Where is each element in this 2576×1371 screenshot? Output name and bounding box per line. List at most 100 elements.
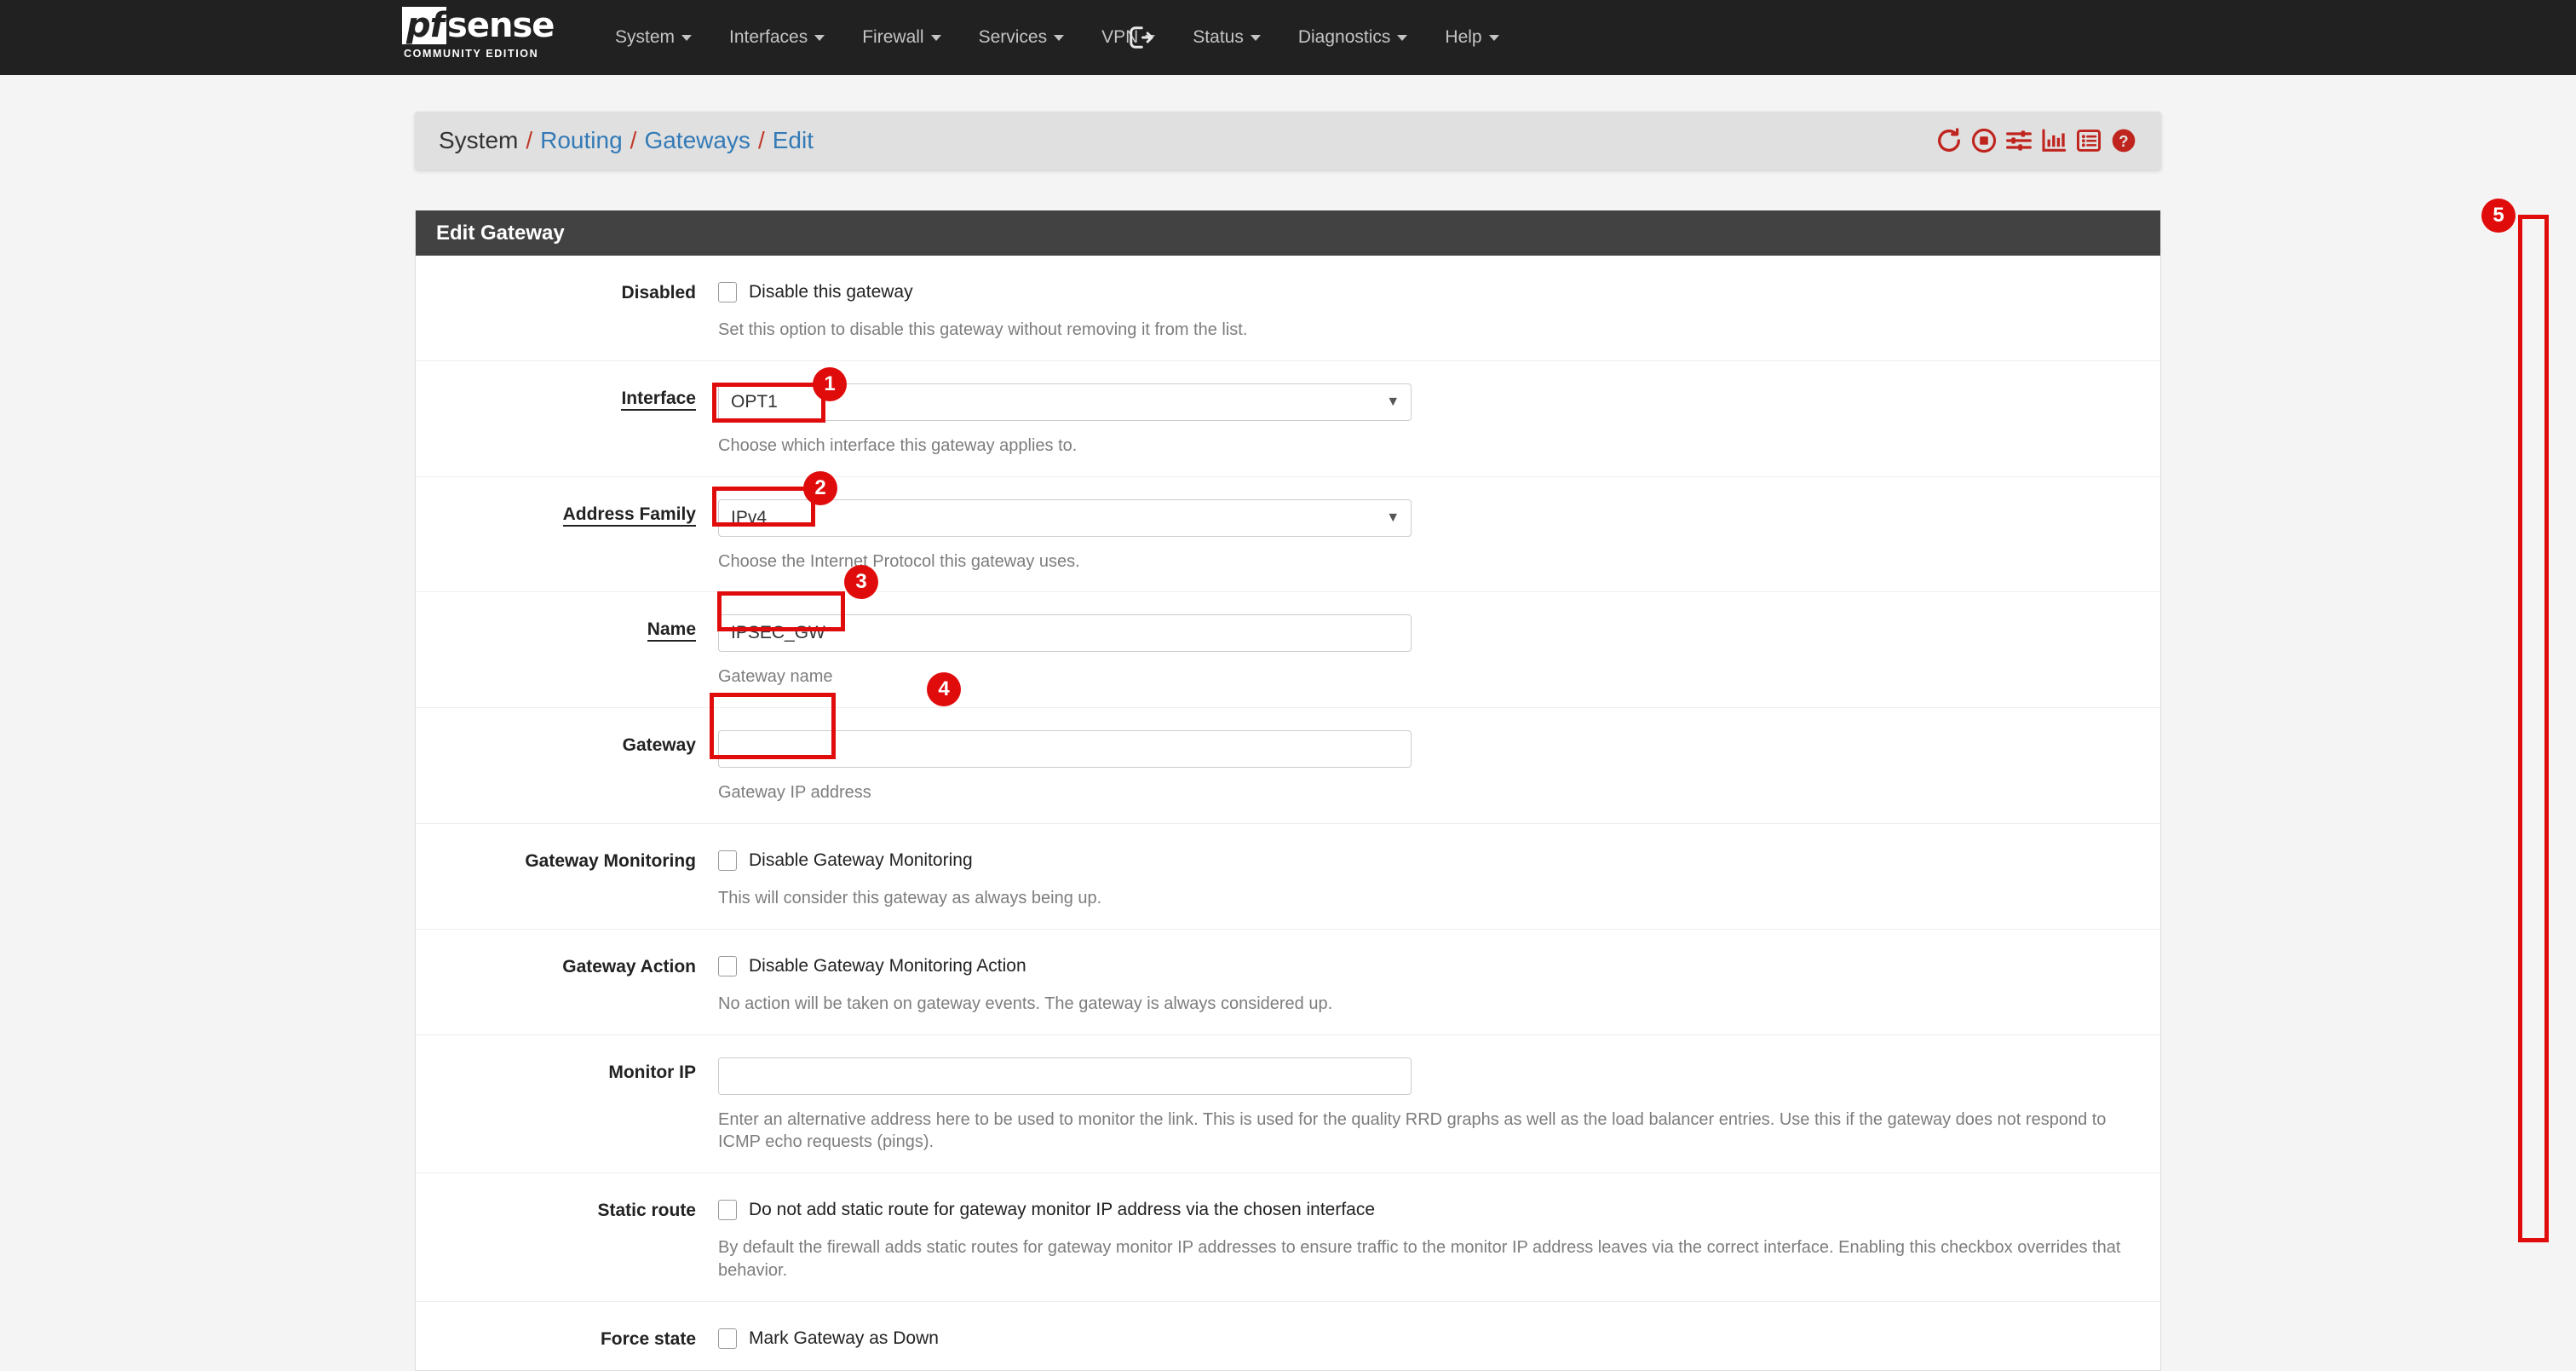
help-gateway: Gateway IP address bbox=[718, 783, 871, 803]
name-input[interactable]: IPSEC_GW bbox=[718, 614, 1412, 653]
disable-gateway-monitoring-action-checkbox-label: Disable Gateway Monitoring Action bbox=[749, 955, 1026, 976]
breadcrumb-separator: / bbox=[757, 127, 765, 153]
chart-icon[interactable] bbox=[2040, 127, 2067, 154]
breadcrumb-item-edit[interactable]: Edit bbox=[773, 127, 814, 154]
breadcrumb-item-routing[interactable]: Routing bbox=[540, 127, 623, 154]
top-navbar: pf sense COMMUNITY EDITION System Interfa… bbox=[0, 0, 2576, 75]
help-address-family: Choose the Internet Protocol this gatewa… bbox=[718, 551, 1080, 571]
disable-gateway-monitoring-action-checkbox[interactable] bbox=[718, 955, 737, 976]
breadcrumb-separator: / bbox=[630, 127, 637, 153]
form-row-gateway: Gateway Gateway IP address bbox=[416, 708, 2160, 824]
label-address-family: Address Family bbox=[416, 499, 718, 573]
static-route-checkbox[interactable] bbox=[718, 1200, 737, 1221]
brand-subtitle: COMMUNITY EDITION bbox=[404, 48, 539, 60]
help-static-route: By default the firewall adds static rout… bbox=[718, 1238, 2121, 1280]
help-monitor-ip: Enter an alternative address here to be … bbox=[718, 1109, 2107, 1152]
chevron-down-icon bbox=[1397, 34, 1408, 41]
nav-item-services[interactable]: Services bbox=[960, 0, 1084, 75]
annotation-box-5-scrollbar bbox=[2518, 215, 2549, 1242]
force-state-checkbox-label: Mark Gateway as Down bbox=[749, 1328, 939, 1348]
breadcrumb-separator: / bbox=[526, 127, 533, 153]
form-row-interface: Interface OPT1 ▾ Choose which interface … bbox=[416, 361, 2160, 477]
brand-wordmark: pf sense bbox=[402, 6, 555, 46]
name-input-value: IPSEC_GW bbox=[731, 623, 825, 643]
chevron-down-icon bbox=[814, 34, 825, 41]
breadcrumb-action-icons: ? bbox=[1935, 127, 2137, 154]
chevron-down-icon bbox=[1250, 34, 1261, 41]
help-gateway-action: No action will be taken on gateway event… bbox=[718, 994, 1333, 1013]
form-row-monitor-ip: Monitor IP Enter an alternative address … bbox=[416, 1035, 2160, 1174]
disable-gateway-checkbox-label: Disable this gateway bbox=[749, 282, 913, 302]
chevron-down-icon bbox=[681, 34, 693, 41]
breadcrumb: System / Routing / Gateways / Edit ? bbox=[415, 112, 2161, 170]
panel-body: Disabled Disable this gateway Set this o… bbox=[416, 256, 2160, 1370]
logout-icon bbox=[1130, 26, 1153, 49]
interface-select[interactable]: OPT1 ▾ bbox=[718, 383, 1412, 421]
nav-item-label: Diagnostics bbox=[1297, 27, 1391, 47]
restart-icon[interactable] bbox=[1935, 127, 1963, 154]
monitor-ip-input[interactable] bbox=[718, 1057, 1412, 1095]
stop-icon[interactable] bbox=[1970, 127, 1998, 154]
brand-sense-text: sense bbox=[447, 6, 555, 45]
brand-pf-text: pf bbox=[402, 7, 447, 44]
nav-item-label: Firewall bbox=[862, 27, 924, 47]
nav-item-label: Services bbox=[978, 27, 1048, 47]
label-gateway-action: Gateway Action bbox=[562, 956, 696, 976]
interface-select-value: OPT1 bbox=[731, 391, 778, 412]
label-gateway: Gateway bbox=[622, 735, 696, 756]
nav-item-interfaces[interactable]: Interfaces bbox=[710, 0, 843, 75]
form-row-gateway-action: Gateway Action Disable Gateway Monitorin… bbox=[416, 930, 2160, 1035]
list-icon[interactable] bbox=[2075, 127, 2102, 154]
label-force-state: Force state bbox=[600, 1328, 696, 1349]
navbar-menu: System Interfaces Firewall Services VPN … bbox=[596, 0, 1518, 75]
chevron-down-icon: ▾ bbox=[1389, 508, 1397, 527]
help-icon[interactable]: ? bbox=[2110, 127, 2137, 154]
address-family-select-value: IPv4 bbox=[731, 507, 768, 527]
form-row-gateway-monitoring: Gateway Monitoring Disable Gateway Monit… bbox=[416, 824, 2160, 930]
disable-gateway-monitoring-checkbox[interactable] bbox=[718, 850, 737, 871]
chevron-down-icon bbox=[1054, 34, 1065, 41]
svg-text:?: ? bbox=[2119, 132, 2128, 150]
pfsense-logo[interactable]: pf sense COMMUNITY EDITION bbox=[402, 7, 564, 70]
nav-item-status[interactable]: Status bbox=[1174, 0, 1279, 75]
nav-item-diagnostics[interactable]: Diagnostics bbox=[1279, 0, 1427, 75]
annotation-badge-5: 5 bbox=[2481, 199, 2516, 233]
label-static-route: Static route bbox=[597, 1201, 696, 1221]
chevron-down-icon bbox=[930, 34, 941, 41]
help-interface: Choose which interface this gateway appl… bbox=[718, 435, 1078, 455]
label-disabled: Disabled bbox=[621, 283, 696, 302]
nav-item-system[interactable]: System bbox=[596, 0, 710, 75]
static-route-checkbox-label: Do not add static route for gateway moni… bbox=[749, 1200, 1376, 1220]
label-monitor-ip: Monitor IP bbox=[608, 1062, 696, 1082]
gateway-input[interactable] bbox=[718, 730, 1412, 769]
nav-item-label: Interfaces bbox=[729, 27, 808, 47]
form-row-static-route: Static route Do not add static route for… bbox=[416, 1173, 2160, 1302]
help-disabled: Set this option to disable this gateway … bbox=[718, 320, 1248, 339]
edit-gateway-panel: Edit Gateway Disabled Disable this gatew… bbox=[415, 210, 2161, 1371]
logout-button[interactable] bbox=[1128, 0, 1153, 75]
help-gateway-monitoring: This will consider this gateway as alway… bbox=[718, 888, 1102, 907]
chevron-down-icon bbox=[1488, 34, 1499, 41]
label-name: Name bbox=[416, 614, 718, 688]
label-interface: Interface bbox=[416, 383, 718, 458]
breadcrumb-item-gateways[interactable]: Gateways bbox=[644, 127, 750, 154]
form-row-name: Name IPSEC_GW Gateway name bbox=[416, 592, 2160, 709]
nav-item-help[interactable]: Help bbox=[1426, 0, 1517, 75]
nav-item-label: System bbox=[615, 27, 676, 47]
form-row-force-state: Force state Mark Gateway as Down bbox=[416, 1302, 2160, 1370]
nav-item-firewall[interactable]: Firewall bbox=[843, 0, 959, 75]
disable-gateway-monitoring-checkbox-label: Disable Gateway Monitoring bbox=[749, 850, 973, 870]
disable-gateway-checkbox[interactable] bbox=[718, 282, 737, 302]
breadcrumb-item-system: System bbox=[439, 127, 519, 153]
address-family-select[interactable]: IPv4 ▾ bbox=[718, 498, 1412, 537]
panel-title: Edit Gateway bbox=[416, 210, 2160, 256]
help-name: Gateway name bbox=[718, 667, 833, 687]
force-state-checkbox[interactable] bbox=[718, 1328, 737, 1349]
chevron-down-icon: ▾ bbox=[1389, 392, 1397, 411]
nav-item-label: Help bbox=[1445, 27, 1482, 47]
form-row-address-family: Address Family IPv4 ▾ Choose the Interne… bbox=[416, 477, 2160, 593]
label-gateway-monitoring: Gateway Monitoring bbox=[525, 850, 696, 871]
nav-item-label: Status bbox=[1193, 27, 1244, 47]
sliders-icon[interactable] bbox=[2005, 127, 2033, 154]
form-row-disabled: Disabled Disable this gateway Set this o… bbox=[416, 256, 2160, 361]
